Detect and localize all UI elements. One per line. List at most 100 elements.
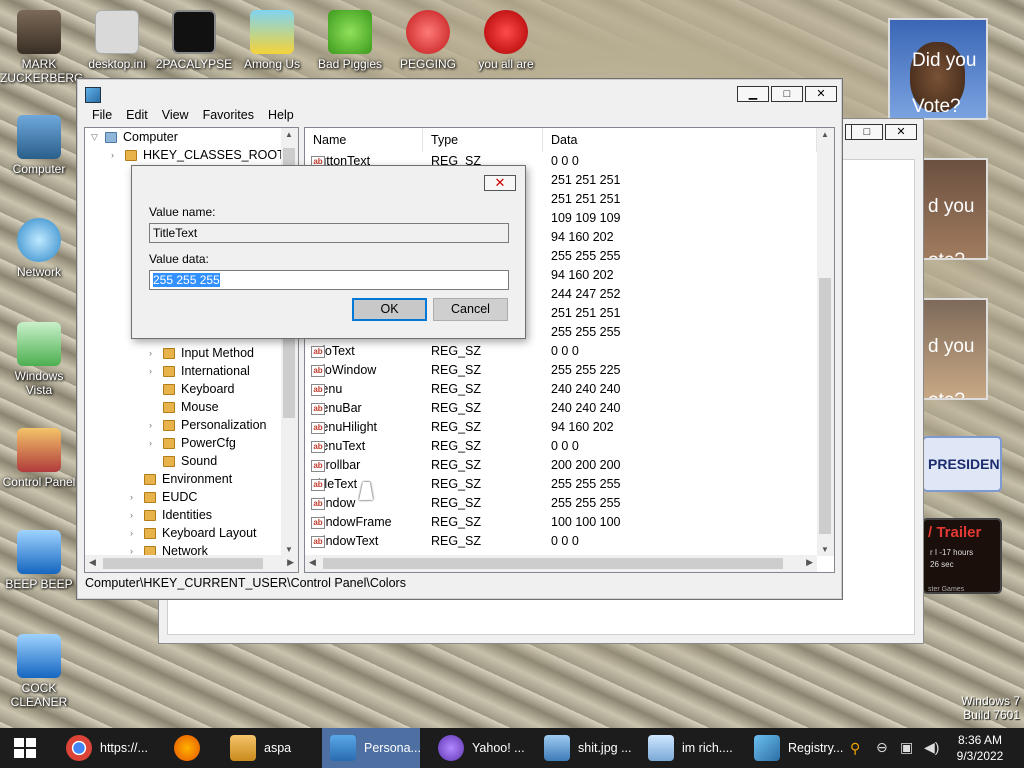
tree-item-personalization[interactable]: › Personalization [149,416,266,434]
desktop-icon-2pacalypse[interactable]: 2PACALYPSE [155,10,233,71]
tree-hscroll-thumb[interactable] [103,558,263,569]
tree-horizontal-scrollbar[interactable]: ◀ ▶ [85,555,298,572]
list-vertical-scrollbar[interactable]: ▲ ▼ [817,128,834,556]
dialog-close-button[interactable]: ✕ [484,175,516,191]
tree-item-powercfg[interactable]: › PowerCfg [149,434,236,452]
chevron-right-icon[interactable]: › [130,528,140,538]
list-scroll-thumb[interactable] [819,278,831,534]
tree-item-hkey-classes-root[interactable]: › HKEY_CLASSES_ROOT [111,146,285,164]
table-row[interactable]: ab WindowFrame REG_SZ 100 100 100 [305,513,815,532]
desktop-icon-desktop-ini[interactable]: desktop.ini [78,10,156,71]
table-row[interactable]: ab WindowText REG_SZ 0 0 0 [305,532,815,551]
list-horizontal-scrollbar[interactable]: ◀ ▶ [305,555,817,572]
ad-2[interactable]: d you ote? [922,158,988,260]
menu-edit[interactable]: Edit [119,106,155,126]
desktop-icon-windows-vista[interactable]: Windows Vista [0,322,78,397]
tree-item-sound[interactable]: Sound [149,452,217,470]
menu-favorites[interactable]: Favorites [196,106,261,126]
tree-item-computer[interactable]: ▽ Computer [91,128,178,146]
column-header-type[interactable]: Type [423,128,543,152]
menu-file[interactable]: File [85,106,119,126]
list-hscroll-thumb[interactable] [323,558,783,569]
edit-string-dialog[interactable]: ✕ Value name: TitleText Value data: 255 … [131,165,526,339]
chevron-right-icon[interactable]: › [111,150,121,160]
desktop-icon-pegging[interactable]: PEGGING [389,10,467,71]
chevron-right-icon[interactable]: › [149,420,159,430]
cancel-button[interactable]: Cancel [433,298,508,321]
taskbar-item-6[interactable]: im rich.... [640,728,740,768]
desktop-icon-computer[interactable]: Computer [0,115,78,176]
taskbar-item-3[interactable]: Persona... [322,728,421,768]
network-tray-icon[interactable]: ▣ [900,739,913,756]
desktop-icon-cock-cleaner[interactable]: COCK CLEANER [0,634,78,709]
table-row[interactable]: ab Window REG_SZ 255 255 255 [305,494,815,513]
scroll-down-icon[interactable]: ▼ [285,545,293,554]
tree-item-keyboard[interactable]: Keyboard [149,380,235,398]
minimize-button[interactable]: ▁ [737,86,769,102]
ad-3[interactable]: d you ote? [922,298,988,400]
tree-item-environment[interactable]: Environment [130,470,232,488]
taskbar-item-5[interactable]: shit.jpg ... [536,728,636,768]
desktop-icon-mark-zuckerberg[interactable]: MARK ZUCKERBERG [0,10,83,85]
status-icon[interactable]: ⊖ [876,739,888,756]
bg-maximize-button[interactable]: □ [851,124,883,140]
table-row[interactable]: ab Menu REG_SZ 240 240 240 [305,380,815,399]
desktop-icon-bad-piggies[interactable]: Bad Piggies [311,10,389,71]
tree-item-international[interactable]: › International [149,362,250,380]
column-header-data[interactable]: Data [543,128,817,152]
ad-trailer[interactable]: / Trailer r I -17 hours 26 sec ster Game… [922,518,1002,594]
scroll-right-icon[interactable]: ▶ [806,557,813,568]
taskbar-item-4[interactable]: Yahoo! ... [430,728,530,768]
scroll-left-icon[interactable]: ◀ [309,557,316,568]
desktop-icon-control-panel[interactable]: Control Panel [0,428,78,489]
scroll-right-icon[interactable]: ▶ [287,557,294,568]
chevron-right-icon[interactable]: › [149,348,159,358]
chevron-right-icon[interactable]: › [130,492,140,502]
value-data-input[interactable]: 255 255 255 [149,270,509,290]
desktop-icon-network[interactable]: Network [0,218,78,279]
ad-obama[interactable]: Did you Vote? [888,18,988,120]
chevron-right-icon[interactable]: › [149,438,159,448]
taskbar-item-7[interactable]: Registry... [746,728,848,768]
tree-item-identities[interactable]: › Identities [130,506,212,524]
desktop-icon-among-us[interactable]: Among Us [233,10,311,71]
taskbar-item-1[interactable] [166,728,218,768]
table-row[interactable]: ab InfoWindow REG_SZ 255 255 225 [305,361,815,380]
registry-editor-window[interactable]: ▁ □ ✕ File Edit View Favorites Help ▽ Co… [76,78,843,600]
scroll-up-icon[interactable]: ▲ [821,130,829,139]
table-row[interactable]: ab TitleText REG_SZ 255 255 255 [305,475,815,494]
desktop-icon-you-all-are[interactable]: you all are [467,10,545,71]
column-header-name[interactable]: Name [305,128,423,152]
volume-icon[interactable]: ◀) [924,739,939,756]
value-data-cell: 255 255 225 [551,363,621,377]
maximize-button[interactable]: □ [771,86,803,102]
chevron-down-icon[interactable]: ▽ [91,132,101,143]
menu-view[interactable]: View [155,106,196,126]
tree-item-keyboard-layout[interactable]: › Keyboard Layout [130,524,257,542]
tree-item-mouse[interactable]: Mouse [149,398,219,416]
search-icon[interactable]: ⚲ [850,740,860,757]
taskbar-item-0[interactable]: https://... [58,728,162,768]
close-button[interactable]: ✕ [805,86,837,102]
menu-help[interactable]: Help [261,106,301,126]
table-row[interactable]: ab MenuText REG_SZ 0 0 0 [305,437,815,456]
table-row[interactable]: ab Scrollbar REG_SZ 200 200 200 [305,456,815,475]
tree-item-input-method[interactable]: › Input Method [149,344,254,362]
scroll-down-icon[interactable]: ▼ [821,545,829,554]
desktop-icon-beep-beep[interactable]: BEEP BEEP [0,530,78,591]
taskbar-item-2[interactable]: aspa [222,728,318,768]
clock[interactable]: 8:36 AM 9/3/2022 [950,732,1010,764]
ad-president[interactable]: PRESIDENT [922,436,1002,492]
chevron-right-icon[interactable]: › [149,366,159,376]
table-row[interactable]: ab MenuHilight REG_SZ 94 160 202 [305,418,815,437]
chevron-right-icon[interactable]: › [130,510,140,520]
scroll-left-icon[interactable]: ◀ [89,557,96,568]
table-row[interactable]: ab InfoText REG_SZ 0 0 0 [305,342,815,361]
table-row[interactable]: ab MenuBar REG_SZ 240 240 240 [305,399,815,418]
ok-button[interactable]: OK [352,298,427,321]
bg-close-button[interactable]: ✕ [885,124,917,140]
string-value-icon: ab [311,365,325,377]
start-button[interactable] [14,738,36,758]
tree-item-eudc[interactable]: › EUDC [130,488,197,506]
scroll-up-icon[interactable]: ▲ [285,130,293,139]
